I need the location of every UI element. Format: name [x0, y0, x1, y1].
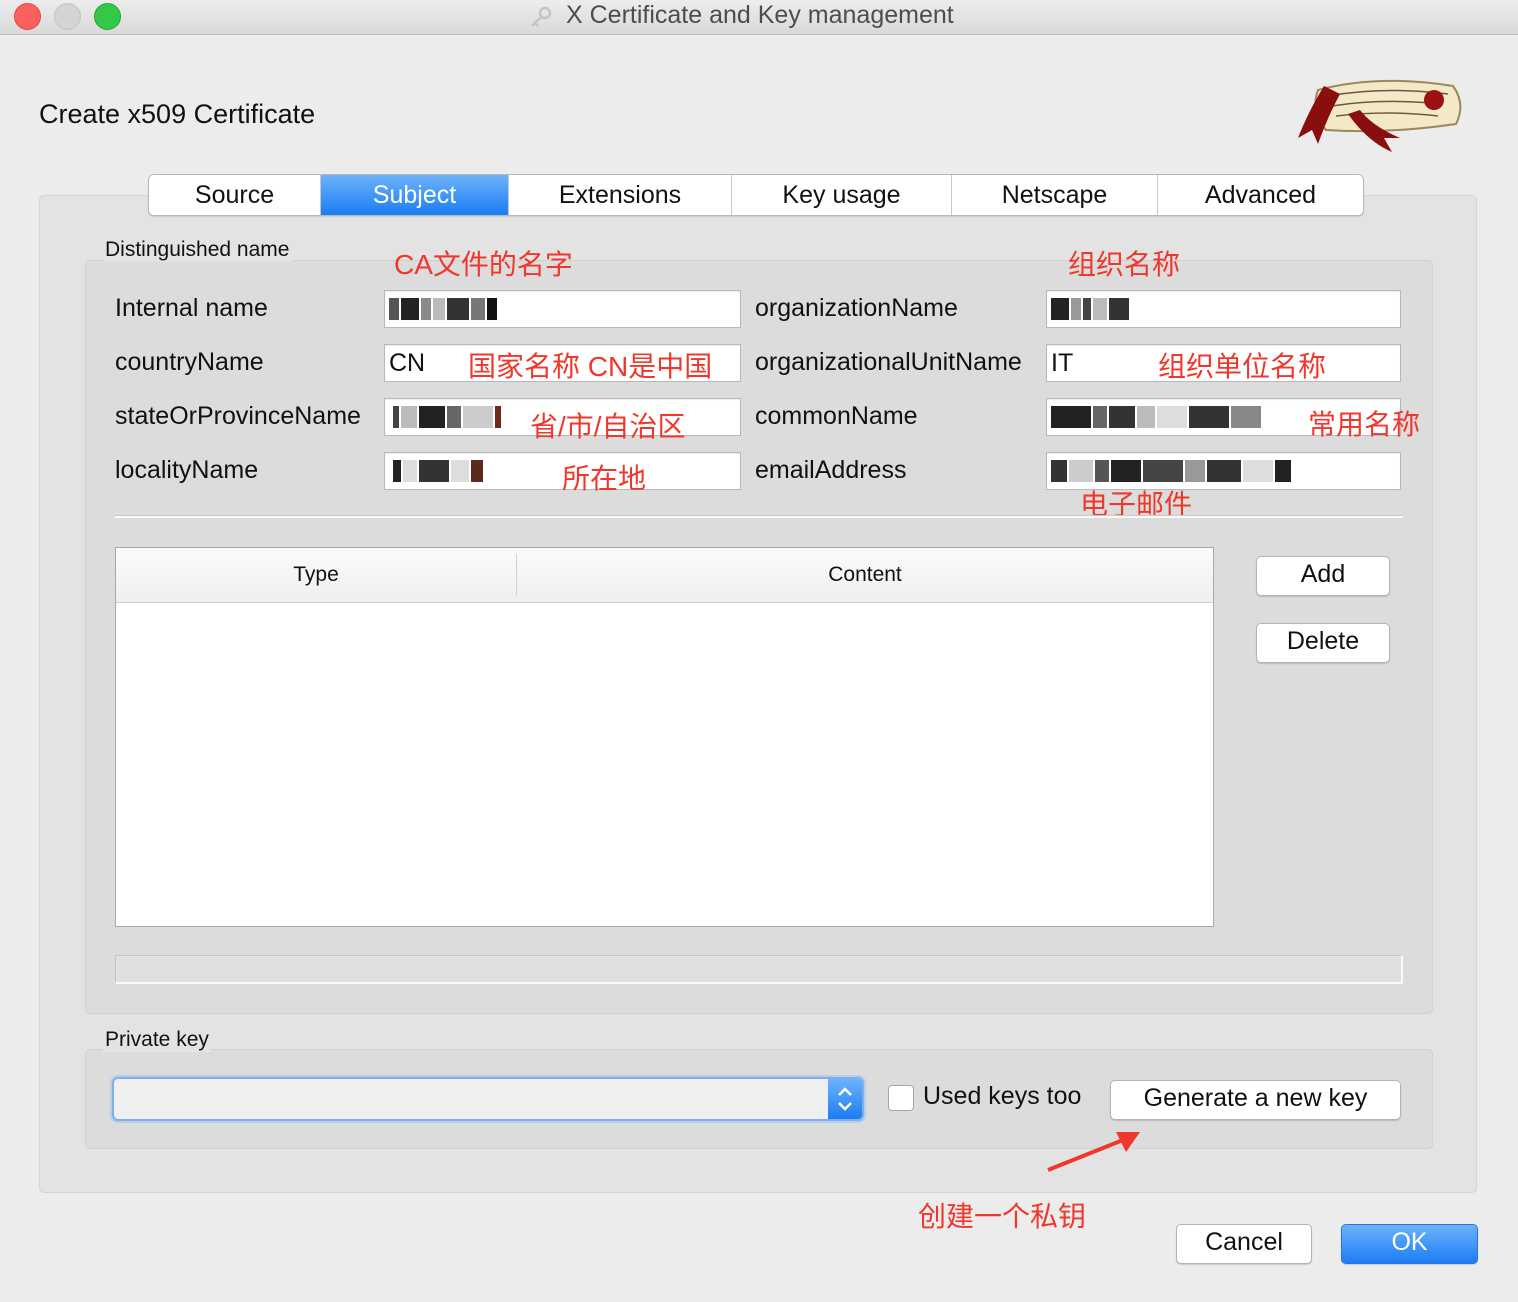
- org-name-label: organizationName: [755, 294, 958, 322]
- private-key-title: Private key: [103, 1028, 211, 1052]
- distinguished-name-title: Distinguished name: [103, 238, 292, 262]
- close-window-button[interactable]: [14, 3, 41, 30]
- annotation-locality: 所在地: [562, 463, 647, 494]
- redacted-text: [1051, 460, 1291, 482]
- table-header: Type Content: [116, 548, 1213, 603]
- annotation-org-name: 组织名称: [1068, 249, 1181, 280]
- annotation-common-name: 常用名称: [1308, 409, 1421, 440]
- up-down-arrows-icon[interactable]: [828, 1079, 862, 1119]
- window-title: X Certificate and Key management: [566, 1, 954, 29]
- org-unit-label: organizationalUnitName: [755, 348, 1022, 376]
- key-icon: [531, 6, 552, 27]
- used-keys-checkbox[interactable]: [888, 1085, 914, 1111]
- annotation-generate-key: 创建一个私钥: [918, 1201, 1087, 1232]
- tab-subject[interactable]: Subject: [321, 175, 509, 215]
- attribute-table[interactable]: Type Content: [115, 547, 1214, 927]
- internal-name-field[interactable]: [384, 290, 741, 328]
- ok-button[interactable]: OK: [1341, 1224, 1478, 1264]
- cancel-button[interactable]: Cancel: [1176, 1224, 1312, 1264]
- country-name-label: countryName: [115, 348, 264, 376]
- tab-source[interactable]: Source: [149, 175, 321, 215]
- certificate-scroll-logo: [1298, 79, 1462, 152]
- used-keys-label: Used keys too: [923, 1082, 1082, 1110]
- annotation-state: 省/市/自治区: [530, 411, 686, 442]
- column-header-type[interactable]: Type: [116, 548, 516, 602]
- horizontal-scrollbar[interactable]: [115, 955, 1403, 984]
- redacted-text: [389, 298, 497, 320]
- delete-button[interactable]: Delete: [1256, 623, 1390, 663]
- separator: [115, 515, 1403, 518]
- redacted-text: [1051, 298, 1129, 320]
- internal-name-label: Internal name: [115, 294, 268, 322]
- common-name-label: commonName: [755, 402, 918, 430]
- locality-label: localityName: [115, 456, 259, 484]
- tab-key-usage[interactable]: Key usage: [732, 175, 952, 215]
- annotation-country: 国家名称 CN是中国: [468, 351, 713, 382]
- add-button[interactable]: Add: [1256, 556, 1390, 596]
- red-arrow-icon: [1047, 1132, 1140, 1172]
- tab-advanced[interactable]: Advanced: [1158, 175, 1363, 215]
- column-header-content[interactable]: Content: [517, 548, 1213, 602]
- zoom-window-button[interactable]: [94, 3, 121, 30]
- annotation-org-unit: 组织单位名称: [1158, 351, 1327, 382]
- state-label: stateOrProvinceName: [115, 402, 361, 430]
- generate-key-button[interactable]: Generate a new key: [1110, 1080, 1401, 1120]
- private-key-select[interactable]: [112, 1077, 864, 1121]
- tab-netscape[interactable]: Netscape: [952, 175, 1158, 215]
- redacted-text: [393, 460, 483, 482]
- window-titlebar: X Certificate and Key management: [0, 0, 1518, 35]
- redacted-text: [393, 406, 501, 428]
- dialog-heading: Create x509 Certificate: [39, 99, 316, 129]
- redacted-text: [1051, 406, 1261, 428]
- annotation-internal-name: CA文件的名字: [394, 249, 573, 280]
- tab-extensions[interactable]: Extensions: [509, 175, 732, 215]
- org-name-field[interactable]: [1046, 290, 1401, 328]
- email-label: emailAddress: [755, 456, 907, 484]
- minimize-window-button[interactable]: [54, 3, 81, 30]
- tab-bar: Source Subject Extensions Key usage Nets…: [148, 174, 1364, 216]
